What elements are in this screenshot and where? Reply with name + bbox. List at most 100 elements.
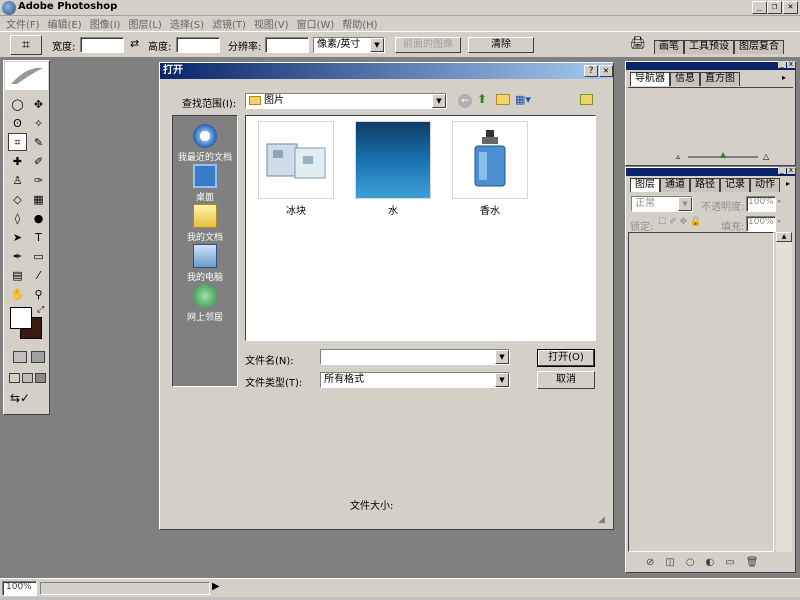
new-folder-icon[interactable] [496, 94, 510, 105]
height-input[interactable] [176, 37, 220, 53]
zoom-tool-icon[interactable]: ⚲ [29, 285, 48, 303]
tab-paths[interactable]: 路径 [690, 178, 720, 192]
tab-channels[interactable]: 通道 [660, 178, 690, 192]
minimize-button[interactable]: _ [752, 1, 767, 14]
pen-tool-icon[interactable]: ✒ [8, 247, 27, 265]
place-my-documents[interactable]: 我的文档 [173, 204, 237, 243]
hand-tool-icon[interactable]: ✋ [8, 285, 27, 303]
menu-file[interactable]: 文件(F) [2, 16, 44, 31]
help-button[interactable]: ? [584, 65, 598, 77]
zoom-in-icon[interactable]: △ [763, 152, 769, 161]
file-thumbnail-water[interactable] [355, 121, 431, 199]
feather-logo-icon[interactable] [5, 62, 48, 90]
swap-colors-icon[interactable]: ⤢ [37, 305, 44, 315]
tab-brushes[interactable]: 画笔 [654, 40, 684, 54]
swap-icon[interactable]: ⇄ [130, 37, 139, 50]
place-my-computer[interactable]: 我的电脑 [173, 244, 237, 283]
panel-close-icon[interactable]: x [787, 61, 795, 68]
place-desktop[interactable]: 桌面 [173, 164, 237, 203]
menu-window[interactable]: 窗口(W) [293, 16, 339, 31]
layers-panel-header[interactable] [626, 168, 795, 176]
panel-menu-icon[interactable]: ▸ [786, 179, 790, 188]
healing-brush-tool-icon[interactable]: ✚ [8, 152, 27, 170]
quick-mask-icon[interactable] [31, 351, 45, 363]
up-folder-icon[interactable]: ⬆ [477, 92, 487, 106]
look-in-select[interactable]: 图片 ▼ [245, 93, 447, 109]
tab-histogram[interactable]: 直方图 [700, 72, 740, 86]
menu-filter[interactable]: 滤镜(T) [208, 16, 250, 31]
front-image-button[interactable]: 前面的图像 [395, 37, 461, 53]
file-thumbnail-perfume[interactable] [452, 121, 528, 199]
path-selection-tool-icon[interactable]: ➤ [8, 228, 27, 246]
opacity-arrow-icon[interactable]: ▸ [778, 197, 782, 205]
layers-scrollbar[interactable]: ▲ [776, 232, 792, 552]
tab-info[interactable]: 信息 [670, 72, 700, 86]
clone-stamp-tool-icon[interactable]: ♙ [8, 171, 27, 189]
panel-close-icon[interactable]: x [787, 167, 795, 174]
zoom-slider-thumb[interactable]: ▲ [720, 150, 726, 159]
panel-minimize-icon[interactable]: _ [778, 167, 786, 174]
tab-tool-presets[interactable]: 工具预设 [684, 40, 734, 54]
browse-folder-icon[interactable] [580, 94, 593, 105]
dialog-close-button[interactable]: ✕ [599, 65, 613, 77]
resize-grip-icon[interactable]: ◢ [598, 515, 605, 525]
resolution-input[interactable] [265, 37, 309, 53]
jump-to-imageready-icon[interactable]: ⇆✓ [10, 391, 30, 405]
menu-image[interactable]: 图像(I) [86, 16, 125, 31]
filename-input[interactable]: ▼ [320, 349, 510, 365]
lasso-tool-icon[interactable]: ʘ [8, 114, 27, 132]
menu-edit[interactable]: 编辑(E) [44, 16, 86, 31]
clear-button[interactable]: 清除 [468, 37, 534, 53]
foreground-color-swatch[interactable] [10, 307, 32, 329]
gradient-tool-icon[interactable]: ▦ [29, 190, 48, 208]
slice-tool-icon[interactable]: ✎ [29, 133, 48, 151]
type-tool-icon[interactable]: T [29, 228, 48, 246]
tab-history[interactable]: 记录 [720, 178, 750, 192]
menu-help[interactable]: 帮助(H) [338, 16, 381, 31]
palette-well-icon[interactable]: 🖨 [628, 36, 648, 54]
menu-view[interactable]: 视图(V) [250, 16, 293, 31]
screen-mode-standard-icon[interactable] [9, 373, 20, 383]
tab-navigator[interactable]: 导航器 [630, 72, 670, 86]
menu-layer[interactable]: 图层(L) [124, 16, 165, 31]
file-label-perfume[interactable]: 香水 [452, 202, 528, 217]
layers-footer-icons[interactable]: ⊘◫○◐▭🗑 [646, 557, 769, 568]
eyedropper-tool-icon[interactable]: ⁄ [29, 266, 48, 284]
panel-minimize-icon[interactable]: _ [778, 61, 786, 68]
back-icon[interactable]: ← [458, 94, 472, 108]
brush-tool-icon[interactable]: ✐ [29, 152, 48, 170]
navigator-panel-header[interactable] [626, 62, 795, 70]
view-menu-icon[interactable]: ▦▾ [515, 93, 531, 106]
open-button[interactable]: 打开(O) [537, 349, 595, 367]
marquee-tool-icon[interactable]: ◯ [8, 95, 27, 113]
file-label-ice[interactable]: 冰块 [258, 202, 334, 217]
width-input[interactable] [80, 37, 124, 53]
fill-input[interactable]: 100% [746, 216, 776, 232]
opacity-input[interactable]: 100% [746, 196, 776, 212]
lock-icons[interactable]: ☐✐✥🔒 [658, 217, 704, 227]
place-recent[interactable]: 我最近的文档 [173, 124, 237, 163]
move-tool-icon[interactable]: ✥ [29, 95, 48, 113]
place-network[interactable]: 网上邻居 [173, 284, 237, 323]
fill-arrow-icon[interactable]: ▸ [778, 217, 782, 225]
zoom-field[interactable]: 100% [2, 581, 37, 596]
scroll-up-icon[interactable]: ▲ [776, 232, 792, 242]
screen-mode-full-icon[interactable] [35, 373, 46, 383]
blend-mode-select[interactable]: 正常 ▼ [631, 196, 693, 212]
dodge-tool-icon[interactable]: ● [29, 209, 48, 227]
restore-button[interactable]: ❐ [767, 1, 782, 14]
screen-mode-menubar-icon[interactable] [22, 373, 33, 383]
crop-tool-icon[interactable]: ⌗ [8, 133, 27, 151]
filetype-select[interactable]: 所有格式 ▼ [320, 372, 510, 388]
crop-tool-preset-icon[interactable]: ⌗ [10, 35, 42, 55]
standard-mode-icon[interactable] [13, 351, 27, 363]
shape-tool-icon[interactable]: ▭ [29, 247, 48, 265]
tab-actions[interactable]: 动作 [750, 178, 780, 192]
tab-layers[interactable]: 图层 [630, 178, 660, 192]
cancel-button[interactable]: 取消 [537, 371, 595, 389]
magic-wand-tool-icon[interactable]: ✧ [29, 114, 48, 132]
file-label-water[interactable]: 水 [355, 202, 431, 217]
status-menu-arrow-icon[interactable]: ▶ [212, 581, 220, 592]
close-button[interactable]: ✕ [783, 1, 798, 14]
eraser-tool-icon[interactable]: ◇ [8, 190, 27, 208]
